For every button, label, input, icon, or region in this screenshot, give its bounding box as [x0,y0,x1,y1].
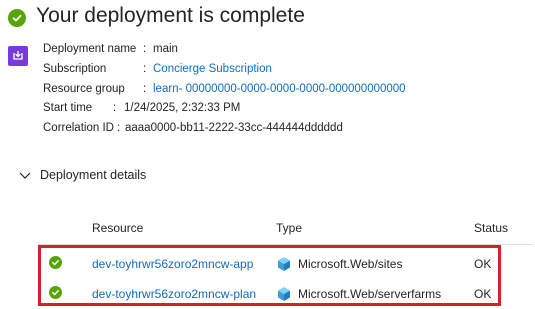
highlight-box [38,245,501,306]
column-header-status[interactable]: Status [474,221,508,235]
separator: : [143,43,147,55]
subscription-link[interactable]: Concierge Subscription [153,61,272,77]
separator: : [113,102,117,114]
deployment-details-title: Deployment details [40,168,147,182]
column-header-resource[interactable]: Resource [92,221,143,235]
separator: : [143,63,147,75]
start-time-value: 1/24/2025, 2:32:33 PM [124,102,241,114]
resource-group-label: Resource group [43,83,125,95]
resource-group-link[interactable]: learn- 00000000-0000-0000-0000-000000000… [153,81,406,97]
start-time-label: Start time [43,102,93,114]
deployment-icon [8,46,28,66]
deployment-overview: Your deployment is complete Deployment n… [0,0,535,309]
success-check-icon [8,9,26,27]
correlation-id-label: Correlation ID [43,122,114,134]
subscription-label: Subscription [43,63,107,75]
column-header-type[interactable]: Type [276,221,302,235]
separator: : [117,122,121,134]
deployment-name-label: Deployment name [43,43,137,55]
deployment-name-value: main [153,43,178,55]
chevron-down-icon [19,172,31,179]
page-title: Your deployment is complete [36,4,305,27]
deployment-details-toggle[interactable]: Deployment details [18,168,146,182]
correlation-id-value: aaaa0000-bb11-2222-33cc-444444dddddd [125,122,343,134]
separator: : [143,83,147,95]
